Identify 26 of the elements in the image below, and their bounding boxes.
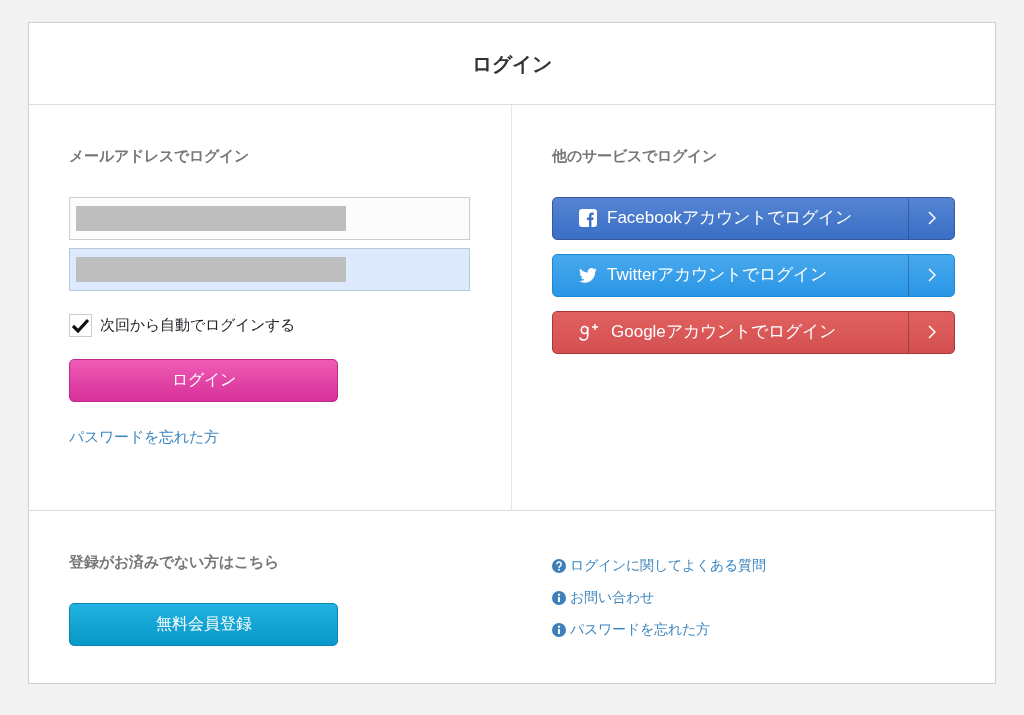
forgot-password-link[interactable]: パスワードを忘れた方 (69, 425, 219, 448)
chevron-right-icon (927, 325, 936, 339)
info-circle-icon (552, 622, 566, 637)
info-circle-icon (552, 590, 566, 605)
register-button[interactable]: 無料会員登録 (69, 602, 338, 646)
chevron-right-icon (927, 211, 936, 225)
google-plus-icon (579, 323, 601, 341)
bird-icon (579, 267, 597, 283)
checkbox[interactable] (69, 313, 92, 337)
social-login-button[interactable]: Twitterアカウントでログイン (552, 253, 955, 297)
section-heading: メールアドレスでログイン (69, 146, 250, 166)
help-link[interactable]: パスワードを忘れた方 (570, 619, 710, 640)
social-login-button[interactable]: Facebookアカウントでログイン (552, 196, 955, 240)
social-login-button[interactable]: Googleアカウントでログイン (552, 310, 955, 354)
input-field[interactable] (69, 247, 470, 291)
section-heading: 登録がお済みでない方はこちら (69, 552, 280, 572)
page-title: ログイン (472, 51, 552, 77)
chevron-right-icon (927, 268, 936, 282)
question-circle-icon (552, 558, 566, 573)
section-heading: 他のサービスでログイン (552, 146, 718, 166)
checkbox-label: 次回から自動でログインする (100, 314, 295, 335)
input-field[interactable] (69, 196, 470, 240)
help-link[interactable]: お問い合わせ (570, 587, 654, 608)
help-link[interactable]: ログインに関してよくある質問 (570, 555, 766, 576)
login-button[interactable]: ログイン (69, 358, 338, 402)
facebook-logo-icon (579, 209, 597, 227)
